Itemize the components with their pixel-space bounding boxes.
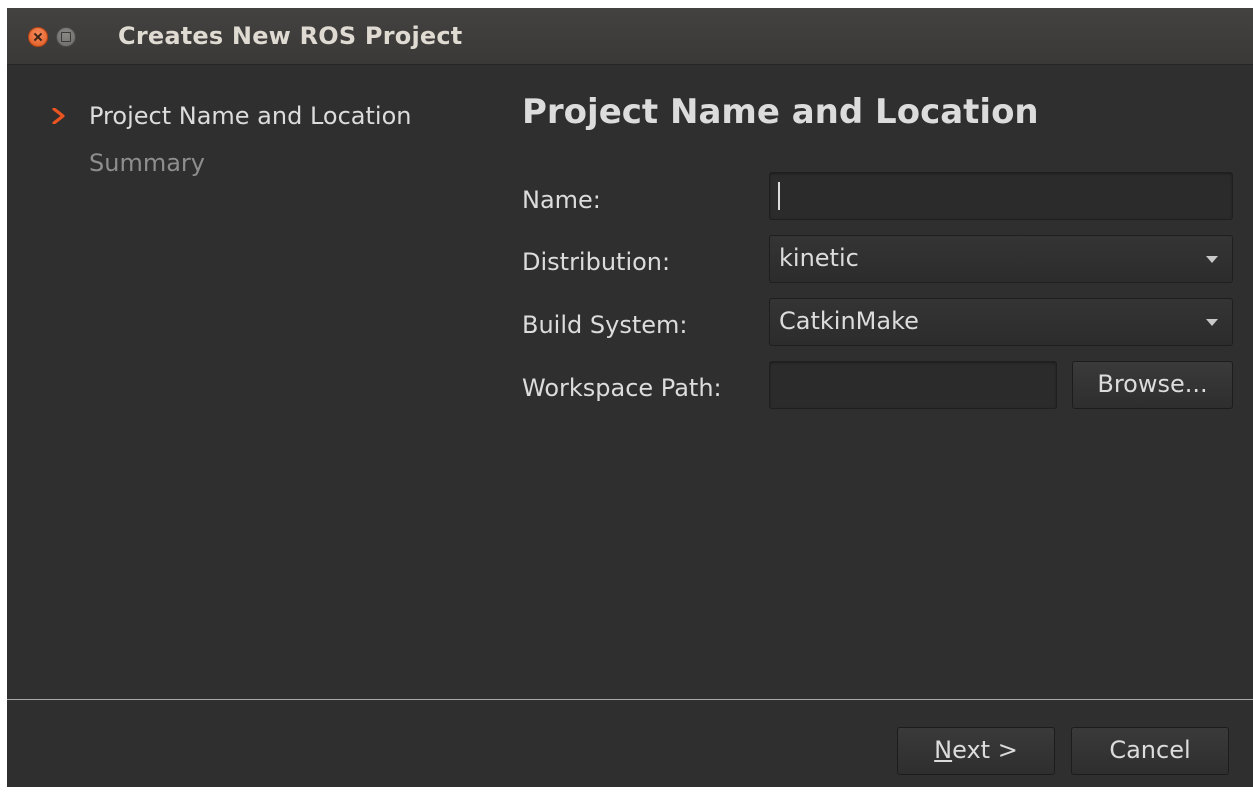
name-label: Name: [522, 186, 601, 214]
next-label: ext > [952, 736, 1018, 764]
title-bar: Creates New ROS Project [7, 8, 1253, 65]
window-title: Creates New ROS Project [118, 22, 463, 50]
chevron-down-icon [1206, 319, 1218, 326]
step-label: Project Name and Location [89, 102, 412, 130]
distribution-value: kinetic [779, 244, 859, 272]
step-label: Summary [89, 149, 205, 177]
chevron-right-icon [52, 108, 65, 124]
step-project-name-location: Project Name and Location [51, 100, 411, 147]
step-summary: Summary [51, 147, 411, 194]
build-system-value: CatkinMake [779, 307, 919, 335]
footer-divider [7, 699, 1253, 700]
wizard-window: Creates New ROS Project Project Name and… [7, 8, 1253, 787]
distribution-label: Distribution: [522, 248, 671, 276]
build-system-select[interactable]: CatkinMake [769, 298, 1233, 346]
name-input[interactable] [769, 172, 1233, 220]
page-title: Project Name and Location [522, 92, 1039, 132]
chevron-down-icon [1206, 256, 1218, 263]
wizard-steps: Project Name and Location Summary [51, 100, 411, 194]
build-system-label: Build System: [522, 311, 688, 339]
text-caret [778, 182, 780, 210]
distribution-select[interactable]: kinetic [769, 235, 1233, 283]
workspace-path-input[interactable] [769, 361, 1057, 409]
browse-button[interactable]: Browse... [1072, 361, 1233, 409]
close-icon[interactable] [28, 27, 48, 47]
maximize-icon[interactable] [56, 27, 76, 47]
next-mnemonic: N [934, 736, 953, 764]
next-button[interactable]: Next > [897, 727, 1055, 775]
workspace-path-label: Workspace Path: [522, 374, 722, 402]
cancel-button[interactable]: Cancel [1071, 727, 1229, 775]
